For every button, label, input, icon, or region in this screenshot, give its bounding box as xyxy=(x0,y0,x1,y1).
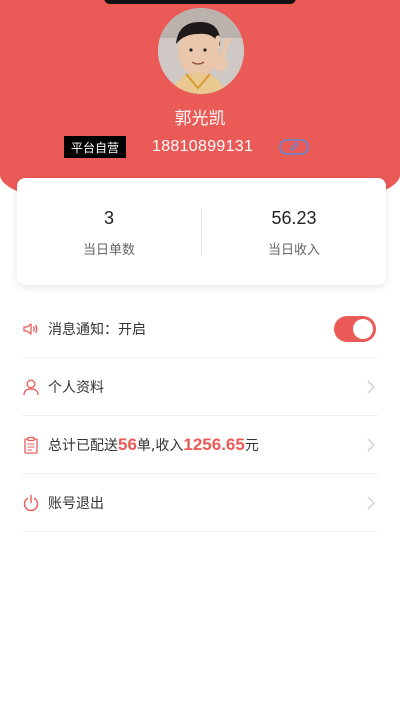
notification-row: 消息通知：开启 xyxy=(22,300,378,358)
daily-orders-value: 3 xyxy=(103,208,114,228)
avatar[interactable] xyxy=(158,8,244,94)
edit-icon[interactable] xyxy=(279,138,309,156)
logout-row[interactable]: 账号退出 xyxy=(22,474,378,532)
device-notch xyxy=(104,0,296,4)
daily-stats-card: 3 当日单数 56.23 当日收入 xyxy=(17,178,386,285)
phone-number: 18810899131 xyxy=(152,138,254,155)
notification-label: 消息通知：开启 xyxy=(48,321,146,338)
profile-label: 个人资料 xyxy=(48,379,104,396)
chevron-right-icon xyxy=(367,496,375,509)
summary-prefix: 总计已配送 xyxy=(48,437,118,454)
notification-toggle[interactable] xyxy=(334,315,376,342)
profile-row[interactable]: 个人资料 xyxy=(22,358,378,416)
daily-income-label: 当日收入 xyxy=(267,243,320,258)
summary-orders: 56 xyxy=(118,434,137,454)
daily-orders-label: 当日单数 xyxy=(82,243,135,258)
person-icon xyxy=(22,378,40,396)
logout-label: 账号退出 xyxy=(48,495,104,512)
daily-income-stat[interactable]: 56.23 当日收入 xyxy=(202,178,386,285)
clipboard-icon xyxy=(22,436,40,454)
user-name: 郭光凯 xyxy=(174,109,226,129)
toggle-knob xyxy=(353,318,373,339)
summary-mid: 单,收入 xyxy=(136,437,184,454)
settings-menu: 消息通知：开启 个人资料 总计已配送56单,收入1256.65元 账号退出 xyxy=(22,300,378,532)
delivery-summary-text: 总计已配送56单,收入1256.65元 xyxy=(48,435,259,455)
platform-badge: 平台自营 xyxy=(64,136,126,158)
chevron-right-icon xyxy=(367,380,375,393)
chevron-right-icon xyxy=(367,438,375,451)
daily-orders-stat[interactable]: 3 当日单数 xyxy=(17,178,201,285)
summary-suffix: 元 xyxy=(244,437,259,454)
delivery-summary-row[interactable]: 总计已配送56单,收入1256.65元 xyxy=(22,416,378,474)
daily-income-value: 56.23 xyxy=(271,208,317,228)
speaker-icon xyxy=(22,320,40,338)
summary-income: 1256.65 xyxy=(183,434,245,454)
power-icon xyxy=(22,494,40,512)
